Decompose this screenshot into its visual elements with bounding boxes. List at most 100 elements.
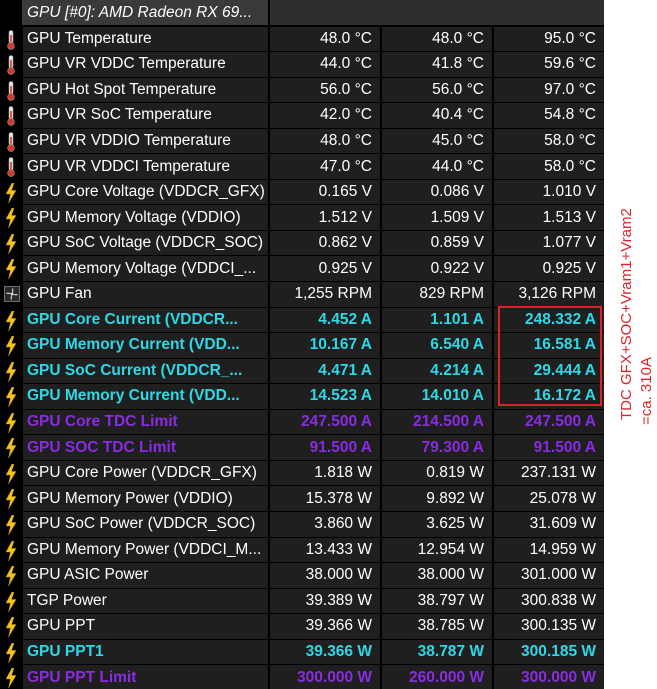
sensor-row[interactable]: GPU SoC Voltage (VDDCR_SOC) 0.862 V 0.859 … (0, 230, 604, 257)
sensor-max-value: 237.131 W (494, 460, 604, 486)
sensor-current-value: 1.818 W (270, 460, 380, 486)
sensor-row[interactable]: GPU Core Power (VDDCR_GFX) 1.818 W 0.819 W… (0, 460, 604, 487)
sensor-min-value: 0.819 W (382, 460, 492, 486)
sensor-row[interactable]: GPU Core TDC Limit 247.500 A 214.500 A 247.… (0, 409, 604, 436)
sensor-max-value: 58.0 °C (494, 154, 604, 179)
sensor-label: GPU Hot Spot Temperature (23, 77, 268, 103)
lightning-bolt-icon (5, 310, 17, 331)
sensor-row[interactable]: GPU PPT1 39.366 W 38.787 W 300.185 W (0, 639, 604, 666)
sensor-min-value: 14.010 A (382, 384, 492, 409)
sensor-max-value: 300.000 W (494, 665, 604, 689)
sensor-max-value: 95.0 °C (494, 26, 604, 52)
sensor-label: GPU Memory Power (VDDCI_M... (23, 537, 268, 563)
sensor-panel: GPU [#0]: AMD Radeon RX 69... GPU Temper… (0, 0, 604, 689)
sensor-row[interactable]: GPU SOC TDC Limit 91.500 A 79.300 A 91.500 … (0, 435, 604, 461)
sensor-row[interactable]: GPU Memory Voltage (VDDIO) 1.512 V 1.509 V… (0, 205, 604, 231)
sensor-row[interactable]: GPU Memory Power (VDDCI_M... 13.433 W 12.9… (0, 537, 604, 564)
sensor-row[interactable]: GPU Fan 1,255 RPM 829 RPM 3,126 RPM (0, 282, 604, 308)
sensor-row[interactable]: GPU Hot Spot Temperature 56.0 °C 56.0 °C 97… (0, 77, 604, 104)
sensor-label: GPU SOC TDC Limit (23, 435, 268, 460)
sensor-max-value: 16.172 A (494, 384, 604, 409)
sensor-icon-cell (0, 103, 22, 129)
sensor-min-value: 79.300 A (382, 435, 492, 460)
sensor-max-value: 54.8 °C (494, 103, 604, 128)
sensor-min-value: 0.859 V (382, 230, 492, 256)
sensor-row[interactable]: GPU VR VDDC Temperature 44.0 °C 41.8 °C 59.… (0, 52, 604, 78)
sensor-row[interactable]: GPU PPT Limit 300.000 W 260.000 W 300.000 W (0, 665, 604, 689)
sensor-icon-cell (0, 307, 22, 334)
sensor-label: GPU Temperature (23, 26, 268, 52)
lightning-bolt-icon (5, 233, 17, 254)
lightning-bolt-icon (5, 336, 17, 357)
sensor-label: GPU SoC Voltage (VDDCR_SOC) (23, 230, 268, 256)
sensor-current-value: 4.452 A (270, 307, 380, 333)
sensor-label: GPU Memory Voltage (VDDIO) (23, 205, 268, 230)
sensor-row[interactable]: GPU Memory Current (VDD... 10.167 A 6.540 … (0, 333, 604, 359)
sensor-label: GPU PPT Limit (23, 665, 268, 689)
sensor-current-value: 247.500 A (270, 409, 380, 435)
sensor-min-value: 3.625 W (382, 511, 492, 537)
sensor-min-value: 38.797 W (382, 588, 492, 614)
sensor-current-value: 42.0 °C (270, 103, 380, 128)
sensor-row[interactable]: GPU Memory Voltage (VDDCI_... 0.925 V 0.92… (0, 256, 604, 283)
sensor-current-value: 48.0 °C (270, 128, 380, 154)
lightning-bolt-icon (5, 566, 17, 587)
sensor-icon-cell (0, 77, 22, 104)
sensor-current-value: 1.512 V (270, 205, 380, 230)
lightning-bolt-icon (5, 514, 17, 535)
sensor-row[interactable]: GPU Temperature 48.0 °C 48.0 °C 95.0 °C (0, 26, 604, 53)
sensor-label: GPU ASIC Power (23, 563, 268, 588)
sensor-current-value: 0.925 V (270, 256, 380, 282)
sensor-row[interactable]: GPU Memory Power (VDDIO) 15.378 W 9.892 W2… (0, 486, 604, 512)
sensor-icon-cell (0, 588, 22, 615)
sensor-min-value: 38.785 W (382, 614, 492, 639)
lightning-bolt-icon (5, 617, 17, 638)
sensor-row[interactable]: GPU PPT 39.366 W 38.785 W 300.135 W (0, 614, 604, 640)
sensor-max-value: 248.332 A (494, 307, 604, 333)
sensor-icon-cell (0, 52, 22, 78)
sensor-current-value: 48.0 °C (270, 26, 380, 52)
sensor-label: GPU Core Power (VDDCR_GFX) (23, 460, 268, 486)
sensor-label: GPU Fan (23, 282, 268, 307)
sensor-row[interactable]: GPU SoC Power (VDDCR_SOC) 3.860 W 3.625 W3… (0, 511, 604, 538)
sensor-row[interactable]: GPU Core Voltage (VDDCR_GFX) 0.165 V 0.086… (0, 179, 604, 206)
thermometer-icon (7, 80, 15, 101)
sensor-current-value: 15.378 W (270, 486, 380, 511)
sensor-row[interactable]: GPU VR VDDIO Temperature 48.0 °C 45.0 °C 58… (0, 128, 604, 155)
sensor-current-value: 39.366 W (270, 639, 380, 665)
sensor-row[interactable]: GPU ASIC Power 38.000 W 38.000 W 301.000 W (0, 563, 604, 589)
lightning-bolt-icon (5, 361, 17, 382)
sensor-max-value: 29.444 A (494, 358, 604, 384)
sensor-label: GPU VR VDDIO Temperature (23, 128, 268, 154)
sensor-row[interactable]: TGP Power 39.389 W 38.797 W 300.838 W (0, 588, 604, 615)
sensor-icon-cell (0, 256, 22, 283)
annotation: TDC GFX+SOC+Vram1+Vram2 =ca. 310A (606, 0, 657, 689)
sensor-current-value: 3.860 W (270, 511, 380, 537)
sensor-label: GPU Core Voltage (VDDCR_GFX) (23, 179, 268, 205)
sensor-min-value: 260.000 W (382, 665, 492, 689)
sensor-current-value: 300.000 W (270, 665, 380, 689)
sensor-icon-cell (0, 333, 22, 359)
sensor-row[interactable]: GPU VR SoC Temperature 42.0 °C 40.4 °C 54.8… (0, 103, 604, 129)
sensor-label: GPU Core Current (VDDCR... (23, 307, 268, 333)
sensor-label: GPU Memory Current (VDD... (23, 384, 268, 409)
sensor-icon-cell (0, 435, 22, 461)
sensor-current-value: 4.471 A (270, 358, 380, 384)
thermometer-icon (7, 106, 15, 126)
sensor-row[interactable]: GPU Memory Current (VDD... 14.523 A 14.010… (0, 384, 604, 410)
gpu-group-header[interactable]: GPU [#0]: AMD Radeon RX 69... (0, 0, 604, 26)
fan-icon (4, 286, 20, 302)
thermometer-icon (7, 131, 15, 152)
sensor-min-value: 0.086 V (382, 179, 492, 205)
thermometer-icon (7, 55, 15, 75)
sensor-icon-cell (0, 537, 22, 564)
sensor-max-value: 301.000 W (494, 563, 604, 588)
sensor-row[interactable]: GPU VR VDDCI Temperature 47.0 °C 44.0 °C 58… (0, 154, 604, 180)
sensor-row[interactable]: GPU SoC Current (VDDCR_... 4.471 A 4.214 A… (0, 358, 604, 385)
gpu-group-title: GPU [#0]: AMD Radeon RX 69... (22, 0, 268, 25)
lightning-bolt-icon (5, 489, 17, 510)
sensor-label: GPU VR SoC Temperature (23, 103, 268, 128)
sensor-current-value: 44.0 °C (270, 52, 380, 77)
sensor-icon-cell (0, 460, 22, 487)
sensor-row[interactable]: GPU Core Current (VDDCR... 4.452 A 1.101 A… (0, 307, 604, 334)
